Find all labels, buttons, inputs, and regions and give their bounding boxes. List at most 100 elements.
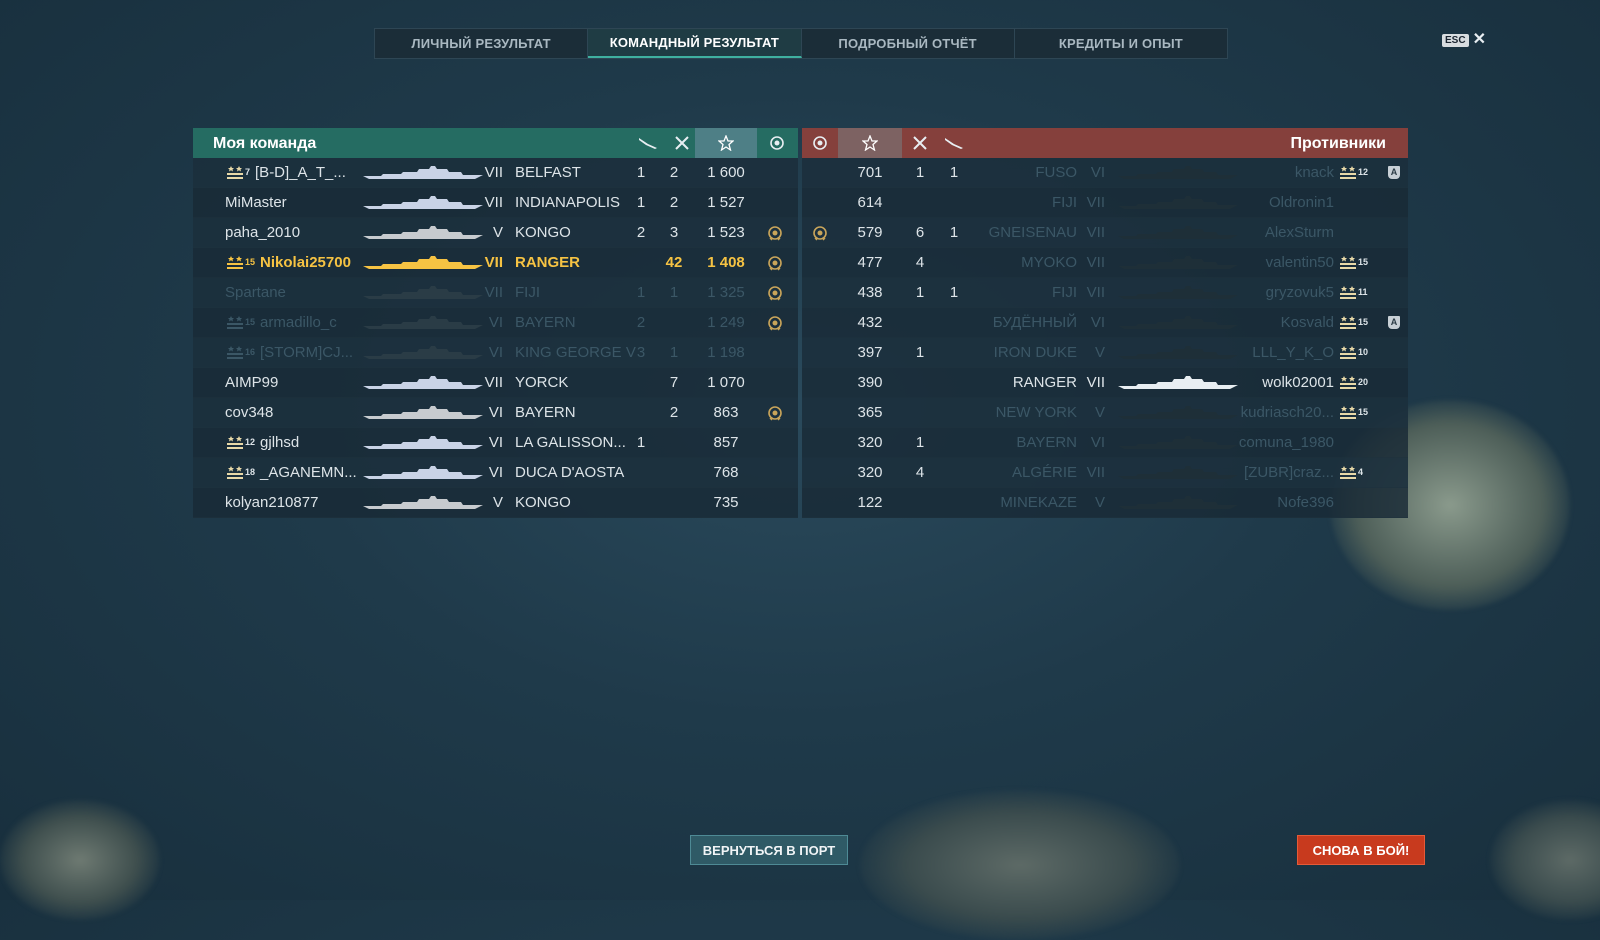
enemy-team-row[interactable]: 320 4 ALGÉRIE VII [ZUBR]craz... 4 <box>802 458 1408 488</box>
my-team-row[interactable]: 7 [B-D]_A_T_... VII BELFAST 1 2 1 600 <box>193 158 798 188</box>
planes-shot-value <box>939 248 969 277</box>
rank-badge: 15 <box>1340 308 1368 337</box>
ship-silhouette-icon <box>1118 166 1238 184</box>
player-name: AlexSturm <box>1264 224 1334 241</box>
return-to-port-button[interactable]: ВЕРНУТЬСЯ В ПОРТ <box>690 835 848 865</box>
ship-silhouette-icon <box>363 406 483 424</box>
planes-shot-value: 1 <box>949 224 959 241</box>
my-team-list: 7 [B-D]_A_T_... VII BELFAST 1 2 1 600 MiMaster V… <box>193 158 798 518</box>
tab-personal-result[interactable]: ЛИЧНЫЙ РЕЗУЛЬТАТ <box>375 29 589 58</box>
ship-silhouette-icon <box>363 346 483 364</box>
my-team-row[interactable]: cov348 VI BAYERN 2 863 <box>193 398 798 428</box>
rank-number: 18 <box>245 467 256 477</box>
enemy-team-row[interactable]: 397 1 IRON DUKE V LLL_Y_K_O 10 <box>802 338 1408 368</box>
kills-value: 1 <box>915 434 925 451</box>
enemy-team-row[interactable]: 365 NEW YORK Vkudriasch20... 15 <box>802 398 1408 428</box>
ship-tier: V <box>1094 344 1105 361</box>
enemy-team-row[interactable]: 579 6 1 GNEISENAU VII AlexSturm <box>802 218 1408 248</box>
my-team-row[interactable]: 12 gjlhsd VI LA GALISSON... 1 857 <box>193 428 798 458</box>
tab-detailed-report[interactable]: ПОДРОБНЫЙ ОТЧЁТ <box>802 29 1015 58</box>
kills-value: 2 <box>669 164 679 181</box>
medal-column-icon[interactable] <box>802 128 838 158</box>
tab-team-result[interactable]: КОМАНДНЫЙ РЕЗУЛЬТАТ <box>588 29 802 58</box>
enemy-team-row[interactable]: 477 4 MYOKO VII valentin50 15 <box>802 248 1408 278</box>
battle-again-button[interactable]: СНОВА В БОЙ! <box>1297 835 1425 865</box>
my-team-row[interactable]: paha_2010 V KONGO 2 3 1 523 <box>193 218 798 248</box>
ship-silhouette-icon <box>363 376 483 394</box>
score-value: 735 <box>713 494 739 511</box>
score-value: 1 600 <box>707 164 745 181</box>
ship-silhouette-icon <box>1118 346 1238 364</box>
my-team-row[interactable]: kolyan210877 V KONGO 735 <box>193 488 798 518</box>
rank-stars-icon <box>227 338 243 367</box>
my-team-panel: Моя команда 7 [B-D]_A_T_... VII BELFAST 1 2 1 … <box>193 128 798 518</box>
kills-icon[interactable] <box>905 128 935 158</box>
score-star-icon[interactable] <box>838 128 902 158</box>
esc-key-icon: ESC <box>1442 33 1469 47</box>
rank-stars-icon <box>227 428 243 457</box>
enemy-team-list: 701 1 1 FUSO VI knack 12 A 614 FIJI VII Oldronin1 57… <box>802 158 1408 518</box>
my-team-row[interactable]: 16 [STORM]CJ... VI KING GEORGE V3 1 1 198 <box>193 338 798 368</box>
enemy-team-header: Противники <box>802 128 1408 158</box>
planes-shot-value: 1 <box>636 434 646 451</box>
player-name: gryzovuk5 <box>1265 284 1334 301</box>
planes-shot-icon[interactable] <box>939 128 969 158</box>
my-team-row[interactable]: 15 armadillo_c VI BAYERN 2 1 249 <box>193 308 798 338</box>
medal-column-icon[interactable] <box>757 128 797 158</box>
ship-tier: VII <box>1086 464 1105 481</box>
enemy-team-row[interactable]: 390 RANGER VII wolk02001 20 <box>802 368 1408 398</box>
kills-value: 1 <box>915 164 925 181</box>
ship-name: RANGER <box>515 254 581 271</box>
planes-shot-value: 1 <box>636 164 646 181</box>
kills-icon[interactable] <box>667 128 697 158</box>
score-value: 1 408 <box>707 254 745 271</box>
enemy-team-row[interactable]: 432 БУДЁННЫЙ VI Kosvald 15 A <box>802 308 1408 338</box>
rank-badge: 7 [B-D]_A_T_... <box>227 158 346 187</box>
my-team-row[interactable]: MiMaster VII INDIANAPOLIS 1 2 1 527 <box>193 188 798 218</box>
ship-name: KING GEORGE V <box>515 344 636 361</box>
planes-shot-value <box>939 368 969 397</box>
planes-shot-icon[interactable] <box>633 128 663 158</box>
tab-credits-xp[interactable]: КРЕДИТЫ И ОПЫТ <box>1015 29 1227 58</box>
rank-number: 10 <box>1358 347 1369 357</box>
ship-name: MYOKO <box>1021 254 1077 271</box>
ship-tier: VII <box>484 164 503 181</box>
score-value: 1 527 <box>707 194 745 211</box>
score-star-icon[interactable] <box>695 128 757 158</box>
rank-badge: 20 <box>1340 368 1368 397</box>
kills-value: 4 <box>915 254 925 271</box>
rank-number: 16 <box>245 347 256 357</box>
enemy-team-row[interactable]: 614 FIJI VII Oldronin1 <box>802 188 1408 218</box>
ship-silhouette-icon <box>363 436 483 454</box>
score-value: 438 <box>857 284 883 301</box>
ship-tier: V <box>1094 494 1105 511</box>
enemy-team-row[interactable]: 701 1 1 FUSO VI knack 12 A <box>802 158 1408 188</box>
player-name: armadillo_c <box>260 314 337 331</box>
enemy-team-row[interactable]: 122 MINEKAZE V Nofe396 <box>802 488 1408 518</box>
island-decoration <box>1490 800 1600 920</box>
enemy-team-row[interactable]: 438 1 1 FIJI VII gryzovuk5 11 <box>802 278 1408 308</box>
planes-shot-value: 1 <box>636 284 646 301</box>
my-team-row[interactable]: Spartane VII FIJI 1 1 1 325 <box>193 278 798 308</box>
planes-shot-value <box>631 398 651 427</box>
close-button[interactable]: ESC ✕ <box>1442 32 1486 48</box>
my-team-row[interactable]: 18 _AGANEMN... VI DUCA D'AOSTA 768 <box>193 458 798 488</box>
planes-shot-value: 1 <box>949 164 959 181</box>
ship-name: LA GALISSON... <box>515 434 626 451</box>
player-name: cov348 <box>225 404 274 421</box>
score-value: 1 325 <box>707 284 745 301</box>
ship-silhouette-icon <box>1118 466 1238 484</box>
kills-value <box>905 308 935 337</box>
enemy-team-row[interactable]: 320 1 BAYERN VI comuna_1980 <box>802 428 1408 458</box>
ship-silhouette-icon <box>1118 196 1238 214</box>
rank-stars-icon <box>1340 158 1356 187</box>
player-name: MiMaster <box>225 194 287 211</box>
my-team-row[interactable]: 15 Nikolai25700 VII RANGER 42 1 408 <box>193 248 798 278</box>
ship-name: BAYERN <box>515 314 576 331</box>
kills-value: 7 <box>669 374 679 391</box>
kills-value: 6 <box>915 224 925 241</box>
kills-value <box>661 458 687 487</box>
ship-tier: VI <box>1090 314 1105 331</box>
planes-shot-value: 3 <box>636 344 646 361</box>
my-team-row[interactable]: AIMP99 VII YORCK 7 1 070 <box>193 368 798 398</box>
